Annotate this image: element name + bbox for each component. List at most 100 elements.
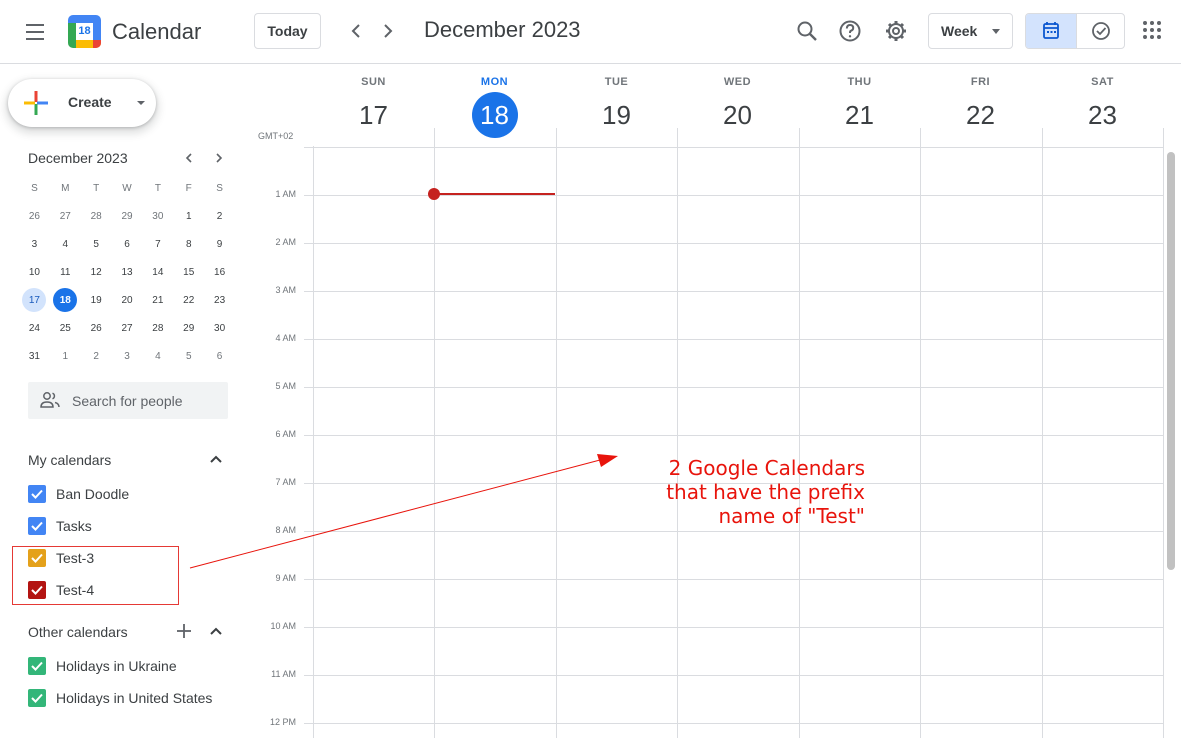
calendar-name: Ban Doodle [56, 486, 130, 502]
mini-day[interactable]: 23 [204, 286, 235, 314]
mini-day[interactable]: 6 [204, 342, 235, 370]
other-calendars-title[interactable]: Other calendars [28, 624, 128, 640]
calendar-checkbox[interactable] [28, 485, 46, 503]
mini-day[interactable]: 14 [142, 258, 173, 286]
mini-day[interactable]: 25 [50, 314, 81, 342]
chevron-up-icon[interactable] [206, 449, 226, 469]
mini-prev-month-icon[interactable] [181, 150, 197, 166]
mini-day[interactable]: 11 [50, 258, 81, 286]
mini-day[interactable]: 3 [112, 342, 143, 370]
create-button[interactable]: Create [8, 79, 156, 127]
mini-day[interactable]: 7 [142, 230, 173, 258]
mini-day[interactable]: 3 [19, 230, 50, 258]
mini-day[interactable]: 30 [142, 202, 173, 230]
help-icon[interactable] [835, 16, 865, 46]
day-header[interactable]: TUE 19 [556, 76, 677, 138]
mini-day[interactable]: 6 [112, 230, 143, 258]
mini-day[interactable]: 1 [173, 202, 204, 230]
hour-gridline [304, 147, 1164, 148]
calendar-checkbox[interactable] [28, 657, 46, 675]
day-number[interactable]: 20 [715, 92, 761, 138]
tasks-view-button[interactable] [1076, 14, 1124, 48]
mini-day[interactable]: 2 [204, 202, 235, 230]
calendar-item[interactable]: Ban Doodle [26, 481, 226, 507]
mini-day[interactable]: 21 [142, 286, 173, 314]
mini-day[interactable]: 16 [204, 258, 235, 286]
calendar-checkbox[interactable] [28, 689, 46, 707]
calendar-checkbox[interactable] [28, 517, 46, 535]
day-header[interactable]: SAT 23 [1042, 76, 1163, 138]
view-selector[interactable]: Week [928, 13, 1013, 49]
chevron-up-icon[interactable] [206, 621, 226, 641]
search-people-input[interactable]: Search for people [28, 382, 228, 419]
mini-day[interactable]: 29 [173, 314, 204, 342]
mini-day[interactable]: 4 [50, 230, 81, 258]
mini-day[interactable]: 27 [112, 314, 143, 342]
mini-day[interactable]: 30 [204, 314, 235, 342]
day-header[interactable]: MON 18 [434, 76, 555, 138]
add-calendar-icon[interactable] [174, 621, 194, 641]
mini-day[interactable]: 18 [50, 286, 81, 314]
calendar-logo-icon: 18 [68, 15, 101, 48]
hour-label: 9 AM [275, 573, 296, 583]
menu-icon[interactable] [22, 19, 48, 45]
mini-day[interactable]: 24 [19, 314, 50, 342]
mini-day[interactable]: 13 [112, 258, 143, 286]
mini-day[interactable]: 15 [173, 258, 204, 286]
day-header[interactable]: SUN 17 [313, 76, 434, 138]
hour-label: 5 AM [275, 381, 296, 391]
app-title[interactable]: Calendar [112, 19, 201, 45]
mini-week-row: 24 25 26 27 28 29 30 [19, 314, 235, 342]
day-header[interactable]: WED 20 [677, 76, 798, 138]
mini-day[interactable]: 5 [81, 230, 112, 258]
apps-icon[interactable] [1143, 21, 1163, 41]
mini-day[interactable]: 27 [50, 202, 81, 230]
grid-scrollbar[interactable] [1167, 152, 1175, 570]
mini-day-number: 6 [216, 350, 223, 362]
day-number[interactable]: 17 [351, 92, 397, 138]
calendar-view-button[interactable] [1026, 14, 1076, 48]
mini-day[interactable]: 12 [81, 258, 112, 286]
previous-week-icon[interactable] [344, 19, 368, 43]
mini-day[interactable]: 26 [19, 202, 50, 230]
my-calendars-title[interactable]: My calendars [28, 452, 111, 468]
mini-day[interactable]: 4 [142, 342, 173, 370]
day-header[interactable]: THU 21 [799, 76, 920, 138]
day-number[interactable]: 18 [471, 92, 518, 138]
mini-day[interactable]: 28 [142, 314, 173, 342]
day-column-divider [556, 128, 557, 738]
mini-day[interactable]: 29 [112, 202, 143, 230]
mini-day-number: 29 [121, 210, 133, 222]
mini-day[interactable]: 2 [81, 342, 112, 370]
calendar-item[interactable]: Tasks [26, 513, 226, 539]
mini-day[interactable]: 20 [112, 286, 143, 314]
calendar-item[interactable]: Holidays in Ukraine [26, 653, 226, 679]
mini-day[interactable]: 10 [19, 258, 50, 286]
mini-day[interactable]: 1 [50, 342, 81, 370]
mini-day[interactable]: 28 [81, 202, 112, 230]
day-name: SAT [1091, 76, 1114, 88]
day-number[interactable]: 21 [837, 92, 883, 138]
mini-day[interactable]: 19 [81, 286, 112, 314]
mini-day[interactable]: 31 [19, 342, 50, 370]
day-number[interactable]: 19 [594, 92, 640, 138]
day-number[interactable]: 23 [1080, 92, 1126, 138]
mini-day-number: 18 [59, 294, 71, 306]
settings-icon[interactable] [881, 16, 911, 46]
mini-day[interactable]: 5 [173, 342, 204, 370]
day-number[interactable]: 22 [958, 92, 1004, 138]
next-week-icon[interactable] [376, 19, 400, 43]
today-button[interactable]: Today [254, 13, 321, 49]
mini-day[interactable]: 26 [81, 314, 112, 342]
annotation-line: that have the prefix [666, 480, 865, 504]
mini-day[interactable]: 8 [173, 230, 204, 258]
calendar-item[interactable]: Holidays in United States [26, 685, 226, 711]
mini-day-number: 19 [90, 294, 102, 306]
mini-day[interactable]: 22 [173, 286, 204, 314]
mini-day[interactable]: 17 [19, 286, 50, 314]
day-header[interactable]: FRI 22 [920, 76, 1041, 138]
mini-day[interactable]: 9 [204, 230, 235, 258]
mini-next-month-icon[interactable] [211, 150, 227, 166]
search-icon[interactable] [792, 16, 822, 46]
mini-weekday: S [216, 182, 223, 194]
